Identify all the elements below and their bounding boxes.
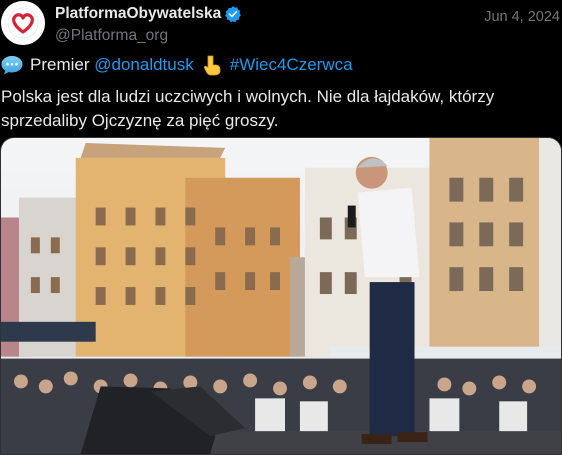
handle[interactable]: @Platforma_org [55, 27, 562, 45]
tweet-header: PlatformaObywatelska @Platforma_org Jun … [55, 4, 562, 48]
tweet-text: Polska jest dla ludzi uczciwych i wolnyc… [1, 87, 495, 130]
post-date[interactable]: Jun 4, 2024 [484, 9, 560, 25]
verified-badge-icon [225, 6, 242, 23]
rally-photo[interactable] [0, 137, 562, 455]
mention-link[interactable]: @donaldtusk [94, 54, 194, 76]
rally-photo-image [1, 138, 561, 454]
display-name[interactable]: PlatformaObywatelska [55, 5, 221, 23]
avatar[interactable] [1, 1, 45, 45]
tweet-prefix: Premier [30, 55, 90, 74]
pointing-down-icon [203, 55, 221, 76]
heart-logo-icon [1, 1, 45, 45]
tweet-first-line: Premier @donaldtusk #Wiec4Czerwca [0, 54, 353, 76]
hashtag-link[interactable]: #Wiec4Czerwca [230, 54, 353, 76]
speech-bubble-icon [1, 56, 23, 75]
